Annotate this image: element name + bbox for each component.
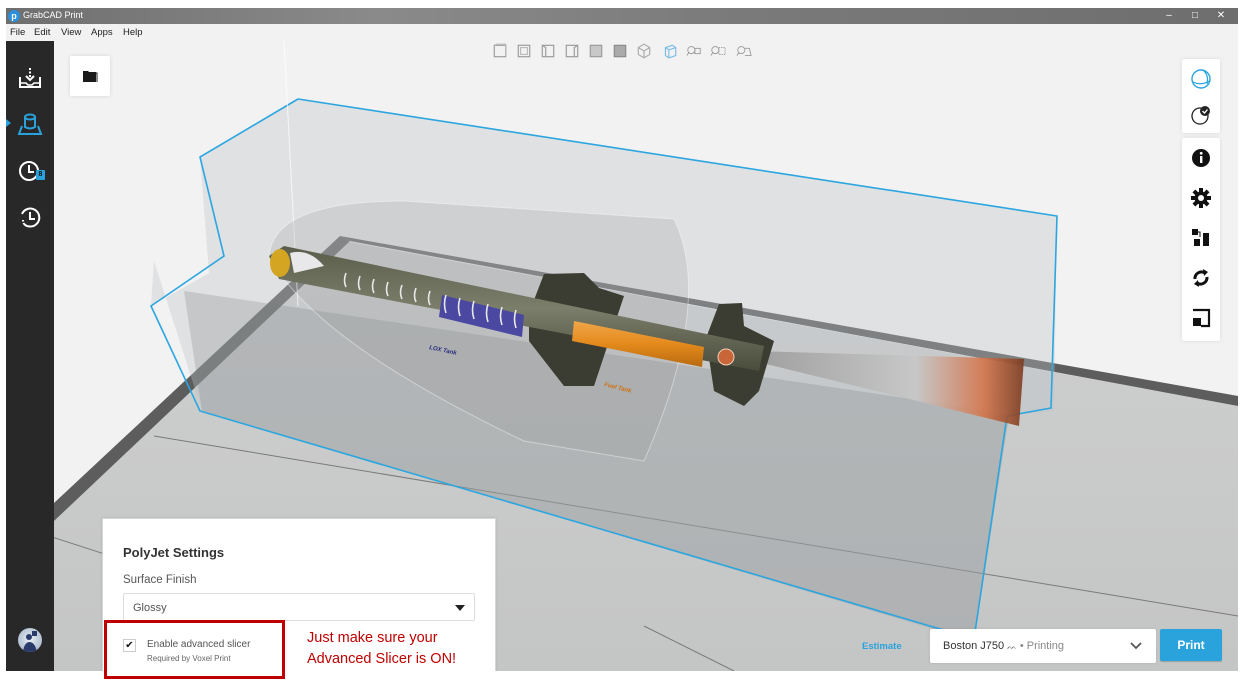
rotate-icon[interactable] <box>1189 266 1213 290</box>
chevron-down-icon <box>1130 642 1142 650</box>
sidebar-item-history[interactable] <box>6 199 54 235</box>
window-title: GrabCAD Print <box>23 10 84 20</box>
sidebar-item-import[interactable] <box>6 61 54 97</box>
combustion-chamber <box>717 348 735 366</box>
printer-name: Boston J750 <box>943 640 1005 652</box>
display-mode-icon[interactable] <box>1189 67 1213 91</box>
printer-separator: • <box>1016 640 1027 652</box>
title-bar: p GrabCAD Print – □ ✕ <box>6 8 1238 24</box>
arrange-icon[interactable] <box>1189 226 1213 250</box>
history-icon <box>21 207 41 228</box>
close-button[interactable]: ✕ <box>1206 8 1236 24</box>
menu-apps[interactable]: Apps <box>91 27 113 38</box>
minimize-button[interactable]: – <box>1156 8 1182 24</box>
annotation-line-2: Advanced Slicer is ON! <box>307 651 457 667</box>
rocket-nose-cap <box>270 249 290 277</box>
view-bottom-icon[interactable] <box>612 43 628 59</box>
zoom-tray-icon[interactable] <box>736 43 752 59</box>
surface-finish-label: Surface Finish <box>123 574 197 586</box>
annotation-highlight-box <box>104 620 285 679</box>
zoom-fit-icon[interactable] <box>686 43 702 59</box>
settings-icon[interactable] <box>1189 186 1213 210</box>
view-back-icon[interactable] <box>516 43 532 59</box>
active-indicator <box>6 119 11 127</box>
sidebar-item-prepare[interactable] <box>6 106 54 142</box>
caret-down-icon <box>455 605 465 611</box>
sidebar-item-queue[interactable]: 8 <box>6 153 54 189</box>
folder-icon <box>83 71 98 82</box>
scale-icon[interactable] <box>1189 306 1213 330</box>
printer-select-value: Boston J750 ᨓ • Printing <box>943 640 1064 652</box>
view-top-icon[interactable] <box>588 43 604 59</box>
info-icon[interactable] <box>1189 146 1213 170</box>
menu-view[interactable]: View <box>61 27 81 38</box>
printer-status: Printing <box>1026 640 1065 652</box>
view-left-icon[interactable] <box>540 43 556 59</box>
open-file-button[interactable] <box>70 56 110 96</box>
view-front-icon[interactable] <box>492 43 508 59</box>
surface-finish-select[interactable]: Glossy <box>123 593 475 621</box>
material-check-icon[interactable] <box>1189 103 1213 127</box>
queue-count-badge: 8 <box>36 170 45 180</box>
display-tools-panel <box>1182 59 1220 133</box>
print-button[interactable]: Print <box>1160 629 1222 661</box>
user-avatar[interactable] <box>18 628 42 652</box>
menu-help[interactable]: Help <box>123 27 143 38</box>
printer-select[interactable]: Boston J750 ᨓ • Printing <box>930 629 1156 663</box>
sidebar: 8 <box>6 41 54 671</box>
tray-icon <box>17 113 43 135</box>
import-icon <box>19 68 41 88</box>
printer-glyph-icon: ᨓ <box>1007 642 1017 651</box>
view-iso-icon[interactable] <box>636 43 652 59</box>
app-logo-icon: p <box>8 10 20 22</box>
view-right-icon[interactable] <box>564 43 580 59</box>
model-tools-panel <box>1182 138 1220 341</box>
annotation-line-1: Just make sure your <box>307 630 438 646</box>
panel-title: PolyJet Settings <box>123 545 225 560</box>
menu-bar: File Edit View Apps Help <box>6 24 1238 41</box>
surface-finish-value: Glossy <box>133 602 167 614</box>
view-perspective-icon[interactable] <box>662 43 678 59</box>
grabcad-print-window: p GrabCAD Print – □ ✕ File Edit View App… <box>6 8 1238 671</box>
avatar-figure-icon <box>23 631 37 652</box>
annotation-text: Just make sure your Advanced Slicer is O… <box>307 628 507 670</box>
maximize-button[interactable]: □ <box>1182 8 1208 24</box>
menu-file[interactable]: File <box>10 27 25 38</box>
estimate-link[interactable]: Estimate <box>862 641 902 652</box>
menu-edit[interactable]: Edit <box>34 27 50 38</box>
zoom-selection-icon[interactable] <box>710 43 726 59</box>
